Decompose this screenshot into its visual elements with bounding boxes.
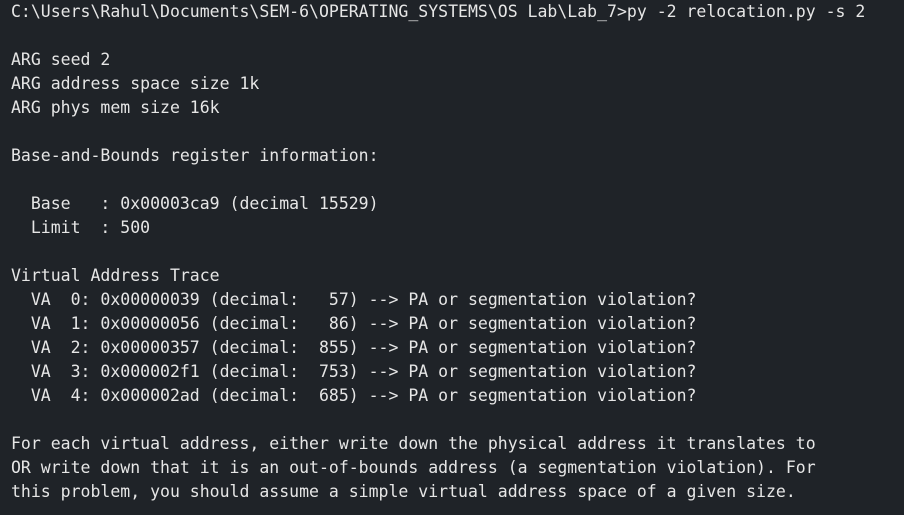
trace-row-va4: VA 4: 0x000002ad (decimal: 685) --> PA o… (11, 386, 697, 405)
trace-row-va2: VA 2: 0x00000357 (decimal: 855) --> PA o… (11, 338, 697, 357)
register-heading: Base-and-Bounds register information: (11, 146, 379, 165)
instructions-line-3: this problem, you should assume a simple… (11, 482, 796, 501)
arg-address-space-line: ARG address space size 1k (11, 74, 260, 93)
limit-register-line: Limit : 500 (11, 218, 151, 237)
instructions-line-2: OR write down that it is an out-of-bound… (11, 458, 816, 477)
trace-row-va0: VA 0: 0x00000039 (decimal: 57) --> PA or… (11, 290, 697, 309)
arg-seed-line: ARG seed 2 (11, 50, 111, 69)
trace-row-va1: VA 1: 0x00000056 (decimal: 86) --> PA or… (11, 314, 697, 333)
arg-phys-mem-line: ARG phys mem size 16k (11, 98, 220, 117)
instructions-line-1: For each virtual address, either write d… (11, 434, 816, 453)
trace-row-va3: VA 3: 0x000002f1 (decimal: 753) --> PA o… (11, 362, 697, 381)
terminal-window[interactable]: C:\Users\Rahul\Documents\SEM-6\OPERATING… (0, 0, 904, 515)
command-prompt-line: C:\Users\Rahul\Documents\SEM-6\OPERATING… (11, 2, 866, 21)
base-register-line: Base : 0x00003ca9 (decimal 15529) (11, 194, 379, 213)
trace-heading: Virtual Address Trace (11, 266, 220, 285)
